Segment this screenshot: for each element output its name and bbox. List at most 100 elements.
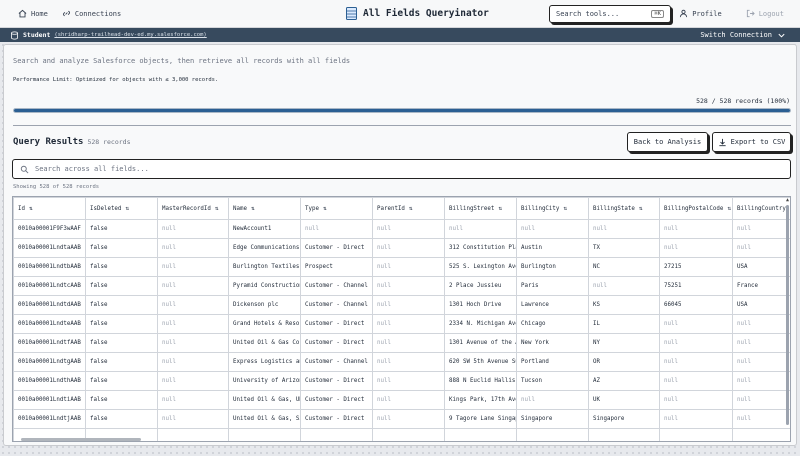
table-cell: 0010a00001LndtjAAB: [13, 409, 86, 429]
table-row[interactable]: 0010a00001LndtjAAB false null United Oil & …: [13, 409, 790, 429]
table-cell: 0010a00001LndthAAB: [13, 371, 86, 391]
table-row[interactable]: 0010a00001LndthAAB false null University of…: [13, 371, 790, 391]
table-cell: Customer - Direct: [300, 314, 373, 334]
column-header[interactable]: IsDeleted ⇅: [85, 197, 158, 220]
table-cell: Lawrence: [516, 295, 589, 315]
logout-label: Logout: [758, 9, 784, 18]
table-cell: null: [157, 276, 229, 296]
query-results-header: Query Results 528 records: [13, 137, 131, 147]
connections-link[interactable]: Connections: [62, 9, 121, 18]
table-cell: 2334 N. Michigan Avenue: [444, 314, 517, 334]
progress-bar-fill: [14, 109, 790, 112]
export-csv-button[interactable]: Export to CSV: [712, 132, 791, 152]
vertical-scrollbar[interactable]: [786, 205, 789, 425]
sort-icon[interactable]: ⇅: [498, 206, 502, 212]
table-cell: OR: [588, 352, 660, 372]
table-cell: United Oil & Gas Corp.: [228, 333, 301, 353]
table-cell: IL: [588, 314, 660, 334]
sort-icon[interactable]: ⇅: [215, 206, 219, 212]
sort-icon[interactable]: ⇅: [251, 206, 255, 212]
table-cell: null: [372, 352, 445, 372]
table-cell: Tucson: [516, 371, 589, 391]
table-cell: null: [516, 390, 589, 410]
table-cell: false: [85, 276, 158, 296]
table-cell: false: [85, 238, 158, 258]
table-cell: KS: [588, 295, 660, 315]
column-header[interactable]: Id ⇅: [13, 197, 86, 220]
horizontal-scrollbar[interactable]: [21, 438, 141, 441]
table-cell: 620 SW 5th Avenue Suite 400: [444, 352, 517, 372]
table-cell: null: [659, 390, 733, 410]
table-cell: New York: [516, 333, 589, 353]
sort-icon[interactable]: ⇅: [409, 206, 413, 212]
search-tools-button[interactable]: Search tools... ⌘K: [549, 5, 671, 23]
table-cell: Pyramid Construction Inc.: [228, 276, 301, 296]
table-cell: Customer - Channel: [300, 295, 373, 315]
table-cell: 1301 Hoch Drive: [444, 295, 517, 315]
table-cell: [372, 428, 445, 441]
table-cell: USA: [732, 257, 790, 277]
column-header-label: BillingState: [593, 205, 635, 212]
table-row[interactable]: 0010a00001F9F3wAAF false null NewAccount1 nu…: [13, 219, 790, 239]
table-cell: null: [659, 409, 733, 429]
table-cell: 888 N Euclid Hallis Center: [444, 371, 517, 391]
record-count: 528 records: [87, 138, 131, 146]
table-cell: null: [516, 219, 589, 239]
column-header[interactable]: BillingCountry ⇅: [732, 197, 791, 220]
table-cell: null: [157, 352, 229, 372]
home-link[interactable]: Home: [18, 9, 48, 18]
table-cell: [157, 428, 229, 441]
logout-link[interactable]: Logout: [746, 9, 784, 18]
results-table: Id ⇅ IsDeleted ⇅ MasterRecordId ⇅ Name ⇅ Type ⇅ Pa…: [13, 197, 791, 441]
table-cell: [588, 428, 660, 441]
switch-connection-button[interactable]: Switch Connection: [700, 31, 786, 40]
table-row[interactable]: 0010a00001LndtaAAB false null Edge Communic…: [13, 238, 790, 258]
table-cell: Prospect: [300, 257, 373, 277]
column-header[interactable]: Type ⇅: [300, 197, 373, 220]
results-search-input[interactable]: [35, 165, 783, 173]
switch-connection-label: Switch Connection: [700, 31, 772, 39]
column-header-label: IsDeleted: [90, 205, 122, 212]
column-header[interactable]: MasterRecordId ⇅: [157, 197, 229, 220]
query-results-title: Query Results: [13, 137, 84, 147]
table-row[interactable]: 0010a00001LndtdAAB false null Dickenson plc…: [13, 295, 790, 315]
column-header[interactable]: BillingState ⇅: [588, 197, 660, 220]
table-cell: false: [85, 295, 158, 315]
profile-link[interactable]: Profile: [679, 9, 722, 18]
table-cell: Edge Communications: [228, 238, 301, 258]
column-header[interactable]: BillingPostalCode ⇅: [659, 197, 733, 220]
sort-icon[interactable]: ⇅: [563, 206, 567, 212]
column-header[interactable]: BillingStreet ⇅: [444, 197, 517, 220]
table-row[interactable]: 0010a00001LndtgAAB false null Express Logis…: [13, 352, 790, 372]
sort-icon[interactable]: ⇅: [125, 206, 129, 212]
table-row[interactable]: 0010a00001LndtcAAB false null Pyramid Const…: [13, 276, 790, 296]
table-cell: NY: [588, 333, 660, 353]
scroll-up-arrow-icon[interactable]: ▲: [786, 197, 789, 203]
table-row[interactable]: 0010a00001LndtiAAB false null United Oil & …: [13, 390, 790, 410]
table-cell: null: [372, 276, 445, 296]
table-row[interactable]: 0010a00001LndteAAB false null Grand Hotels …: [13, 314, 790, 334]
table-cell: [659, 428, 733, 441]
chevron-down-icon: [777, 31, 786, 40]
table-cell: null: [372, 219, 445, 239]
table-cell: null: [659, 333, 733, 353]
sort-icon[interactable]: ⇅: [790, 206, 791, 212]
column-header[interactable]: Name ⇅: [228, 197, 301, 220]
sort-icon[interactable]: ⇅: [639, 206, 643, 212]
progress-bar: [13, 108, 791, 113]
table-row[interactable]: 0010a00001LndtbAAB false null Burlington Te…: [13, 257, 790, 277]
sort-icon[interactable]: ⇅: [727, 206, 731, 212]
table-row[interactable]: 0010a00001LndtfAAB false null United Oil & …: [13, 333, 790, 353]
search-tools-label: Search tools...: [556, 10, 620, 18]
sort-icon[interactable]: ⇅: [29, 206, 33, 212]
column-header[interactable]: BillingCity ⇅: [516, 197, 589, 220]
results-table-container[interactable]: Id ⇅ IsDeleted ⇅ MasterRecordId ⇅ Name ⇅ Type ⇅ Pa…: [12, 196, 791, 442]
table-cell: null: [732, 352, 790, 372]
column-header-label: ParentId: [377, 205, 405, 212]
column-header[interactable]: ParentId ⇅: [372, 197, 445, 220]
table-cell: null: [300, 219, 373, 239]
org-url-link[interactable]: (shridharp-trailhead-dev-ed.my.salesforc…: [54, 32, 206, 38]
sort-icon[interactable]: ⇅: [323, 206, 327, 212]
back-to-analysis-button[interactable]: Back to Analysis: [627, 132, 708, 152]
column-header-label: BillingStreet: [449, 205, 495, 212]
